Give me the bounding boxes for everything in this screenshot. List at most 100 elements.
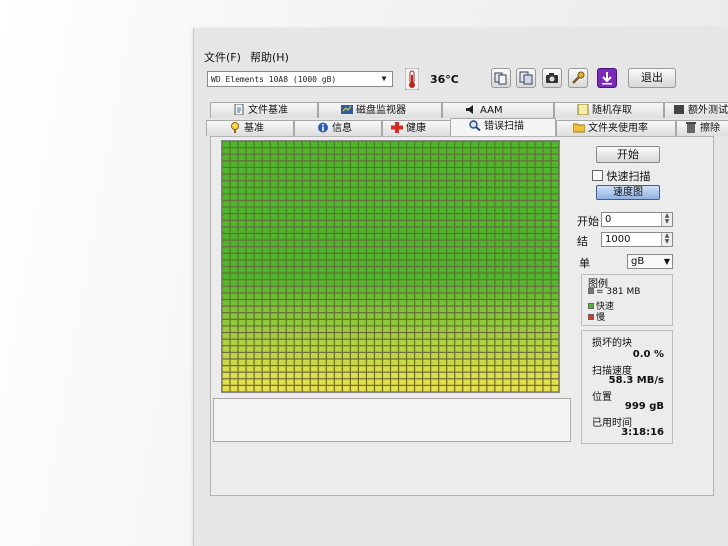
scan-block xyxy=(334,339,342,346)
scan-block xyxy=(407,214,414,220)
scan-block xyxy=(503,352,511,359)
scan-block xyxy=(519,174,527,181)
scan-block xyxy=(495,352,503,359)
scan-block xyxy=(262,352,270,359)
scan-block xyxy=(535,247,543,253)
save-button[interactable] xyxy=(597,68,617,88)
scan-block xyxy=(254,260,262,266)
menu-file[interactable]: 文件(F) xyxy=(204,49,241,65)
scan-block xyxy=(455,207,463,214)
scan-block xyxy=(383,346,390,352)
drive-select[interactable]: WD Elements 10A8 (1000 gB) ▼ xyxy=(207,71,393,87)
copy-all-button[interactable] xyxy=(516,68,536,88)
scan-block xyxy=(487,234,495,240)
scan-block xyxy=(511,187,519,194)
tab-random-access[interactable]: 随机存取 xyxy=(554,102,664,118)
options-button[interactable] xyxy=(568,68,588,88)
scan-block xyxy=(519,260,527,266)
scan-block xyxy=(310,346,318,352)
scan-block xyxy=(471,214,479,220)
exit-button[interactable]: 退出 xyxy=(628,68,676,88)
scan-block xyxy=(270,187,278,194)
scan-block xyxy=(246,366,254,372)
scan-block xyxy=(359,161,366,167)
tab-file-benchmark[interactable]: 文件基准 xyxy=(210,102,318,118)
tab-aam[interactable]: AAM xyxy=(442,102,554,118)
unit-select[interactable]: gB ▼ xyxy=(627,254,673,269)
scan-block xyxy=(455,234,463,240)
tab-erase[interactable]: 擦除 xyxy=(676,120,728,136)
scan-block xyxy=(511,306,519,313)
scan-block xyxy=(383,154,390,161)
quick-scan-option[interactable]: 快速扫描 xyxy=(592,168,651,184)
scan-block xyxy=(230,247,238,253)
tab-info[interactable]: 信息 xyxy=(294,120,382,136)
start-position-input[interactable]: 0 ▲ ▼ xyxy=(601,212,673,227)
scan-block xyxy=(503,220,511,227)
scan-block xyxy=(294,181,302,187)
scan-block xyxy=(367,168,374,174)
scan-block xyxy=(407,154,414,161)
scan-block xyxy=(310,174,318,181)
scan-block xyxy=(519,234,527,240)
start-scan-button[interactable]: 开始 xyxy=(596,146,660,163)
scan-block xyxy=(318,333,326,339)
scan-block xyxy=(415,247,422,253)
scan-block xyxy=(294,333,302,339)
scan-block xyxy=(286,352,294,359)
scan-block xyxy=(487,293,495,299)
scan-block xyxy=(503,286,511,293)
scan-block xyxy=(375,267,382,273)
scan-block xyxy=(367,359,374,365)
scan-block xyxy=(423,372,431,379)
spin-arrows-icon[interactable]: ▲ ▼ xyxy=(661,233,672,246)
scan-block xyxy=(310,326,318,332)
benchmark-icon xyxy=(231,122,239,133)
tab-error-scan[interactable]: 错误扫描 xyxy=(450,118,556,136)
scan-block xyxy=(383,227,390,233)
scan-block xyxy=(367,352,374,359)
scan-block xyxy=(447,148,455,154)
menu-help[interactable]: 帮助(H) xyxy=(250,49,289,65)
scan-block xyxy=(238,201,246,207)
scan-block xyxy=(278,280,286,286)
damaged-blocks-label: 损坏的块 xyxy=(592,338,632,349)
scan-block xyxy=(463,313,471,319)
screenshot-button[interactable] xyxy=(542,68,562,88)
scan-block xyxy=(391,273,398,280)
scan-block xyxy=(367,293,374,299)
scan-block xyxy=(262,280,270,286)
tab-benchmark[interactable]: 基准 xyxy=(206,120,294,136)
speed-map-button[interactable]: 速度图 xyxy=(596,185,660,200)
tab-extra-tests[interactable]: 额外测试 xyxy=(664,102,728,118)
scan-block xyxy=(527,352,535,359)
scan-block xyxy=(415,201,422,207)
scan-block xyxy=(527,300,535,306)
scan-block xyxy=(407,194,414,200)
scan-block xyxy=(246,379,254,385)
scan-block xyxy=(551,286,559,293)
quick-scan-checkbox[interactable] xyxy=(592,170,603,181)
scan-block xyxy=(399,379,406,385)
scan-block xyxy=(503,161,511,167)
spin-arrows-icon[interactable]: ▲ ▼ xyxy=(661,213,672,226)
scan-block xyxy=(278,174,286,181)
scan-block xyxy=(302,240,310,247)
scan-block xyxy=(238,339,246,346)
scan-block xyxy=(503,385,511,392)
scan-block xyxy=(383,293,390,299)
scan-block xyxy=(551,168,559,174)
scan-block xyxy=(535,326,543,332)
tab-folder-usage[interactable]: 文件夹使用率 xyxy=(556,120,676,136)
tab-disk-monitor[interactable]: 磁盘监视器 xyxy=(318,102,442,118)
scan-block xyxy=(503,280,511,286)
scan-block xyxy=(391,148,398,154)
scan-block xyxy=(302,339,310,346)
end-position-input[interactable]: 1000 ▲ ▼ xyxy=(601,232,673,247)
scan-block xyxy=(527,280,535,286)
scan-block xyxy=(367,247,374,253)
scan-block xyxy=(342,326,350,332)
scan-block xyxy=(391,306,398,313)
scan-block xyxy=(302,187,310,194)
copy-text-button[interactable] xyxy=(491,68,511,88)
